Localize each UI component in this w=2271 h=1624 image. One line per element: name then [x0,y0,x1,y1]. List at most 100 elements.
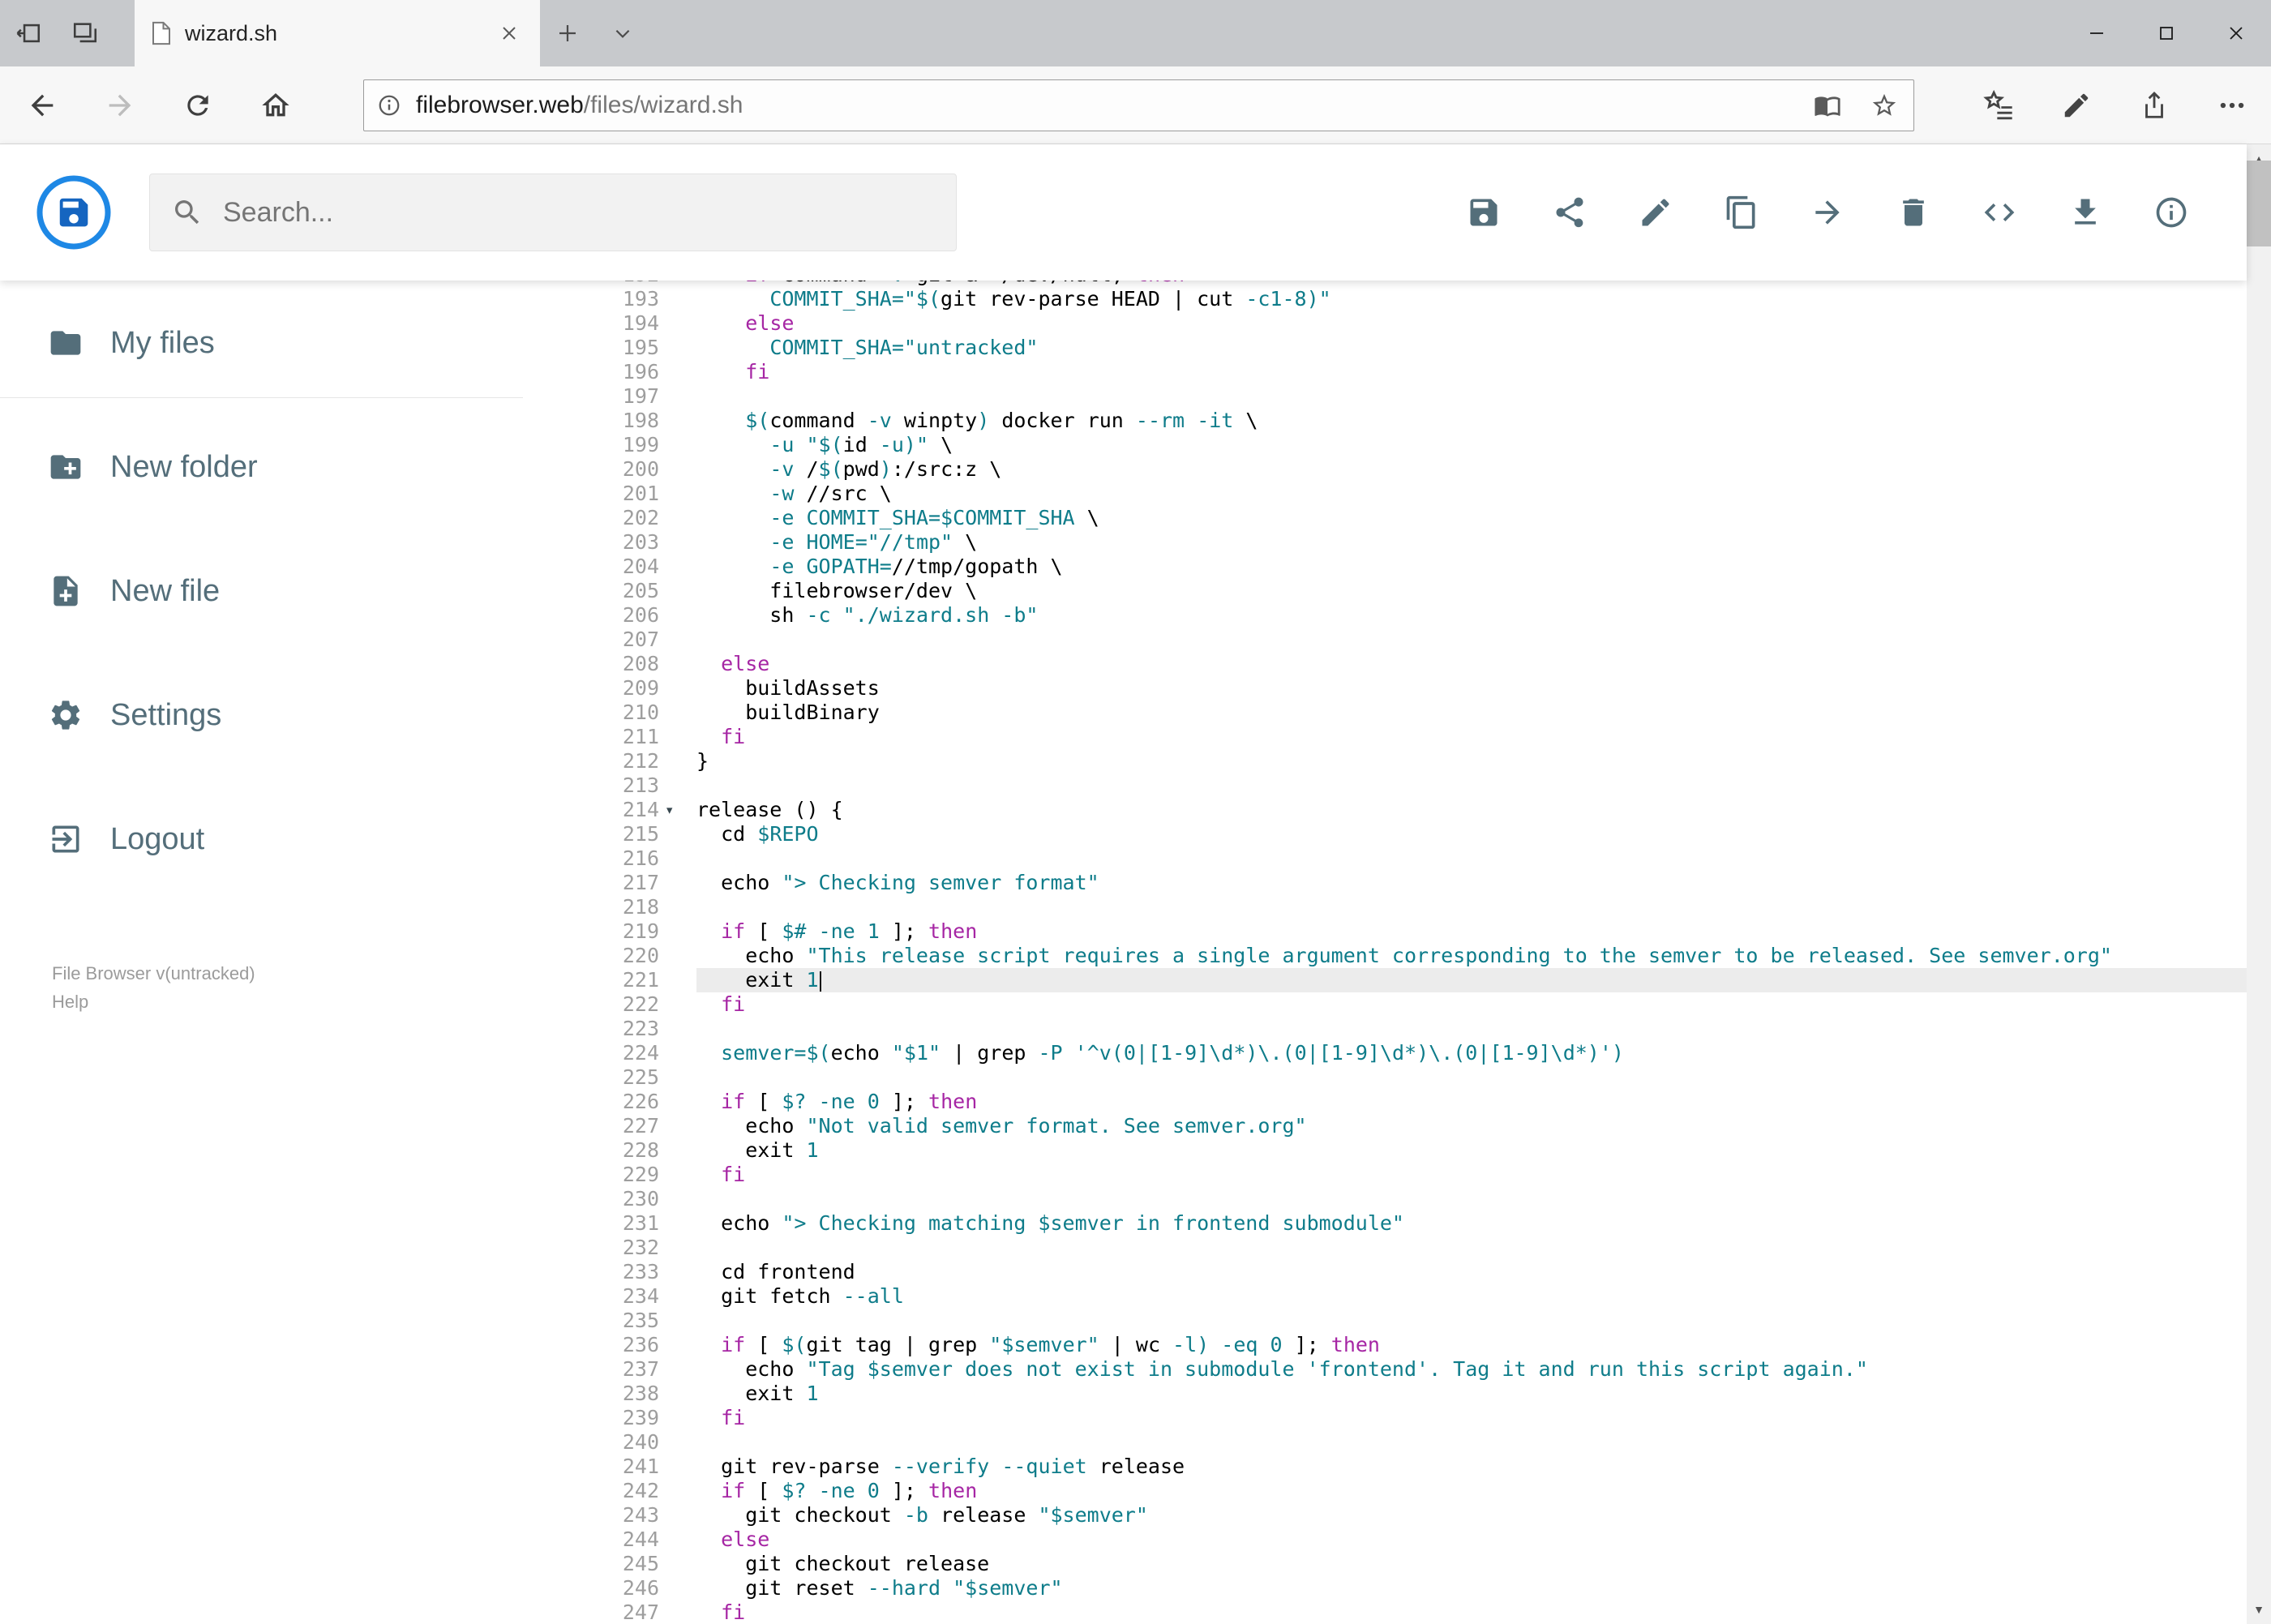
search-input[interactable] [223,196,956,229]
scroll-down-arrow[interactable]: ▼ [2247,1595,2271,1624]
page-scrollbar[interactable]: ▲ ▼ [2247,144,2271,1624]
refresh-button[interactable] [159,66,237,144]
share-button[interactable] [1527,169,1613,255]
code-line[interactable]: 221 exit 1 [523,968,2247,992]
code-line[interactable]: 194 else [523,311,2247,336]
code-line[interactable]: 212} [523,749,2247,773]
code-line[interactable]: 223 [523,1017,2247,1041]
sidebar-item-new-folder[interactable]: New folder [0,426,523,508]
filebrowser-logo-icon[interactable] [36,175,111,250]
code-line[interactable]: 243 git checkout -b release "$semver" [523,1503,2247,1528]
code-line[interactable]: 240 [523,1430,2247,1455]
delete-button[interactable] [1870,169,1956,255]
code-line[interactable]: 218 [523,895,2247,919]
forward-button[interactable] [81,66,159,144]
code-line[interactable]: 247 fi [523,1600,2247,1624]
info-button[interactable] [2128,169,2214,255]
tab-preview-button[interactable] [57,0,114,66]
code-line[interactable]: 200 -v /$(pwd):/src:z \ [523,457,2247,482]
sidebar-item-logout[interactable]: Logout [0,799,523,880]
code-line[interactable]: 246 git reset --hard "$semver" [523,1576,2247,1600]
hub-button[interactable] [1960,66,2037,144]
code-line[interactable]: 241 git rev-parse --verify --quiet relea… [523,1455,2247,1479]
code-line[interactable]: 202 -e COMMIT_SHA=$COMMIT_SHA \ [523,506,2247,530]
sidebar-item-my-files[interactable]: My files [0,302,523,384]
code-line[interactable]: 232 [523,1236,2247,1260]
code-line[interactable]: 224 semver=$(echo "$1" | grep -P '^v(0|[… [523,1041,2247,1065]
code-line[interactable]: 215 cd $REPO [523,822,2247,846]
new-tab-button[interactable] [540,0,595,66]
code-line[interactable]: 206 sh -c "./wizard.sh -b" [523,603,2247,628]
close-window-button[interactable] [2201,0,2271,66]
code-line[interactable]: 220 echo "This release script requires a… [523,944,2247,968]
code-line[interactable]: 196 fi [523,360,2247,384]
code-line[interactable]: 203 -e HOME="//tmp" \ [523,530,2247,555]
code-line[interactable]: 209 buildAssets [523,676,2247,701]
browser-tab[interactable]: wizard.sh [135,0,540,66]
code-line[interactable]: 195 COMMIT_SHA="untracked" [523,336,2247,360]
copy-button[interactable] [1699,169,1785,255]
code-line[interactable]: 207 [523,628,2247,652]
code-line[interactable]: 199 -u "$(id -u)" \ [523,433,2247,457]
code-line[interactable]: 230 [523,1187,2247,1211]
sidebar-item-new-file[interactable]: New file [0,551,523,632]
code-line[interactable]: 217 echo "> Checking semver format" [523,871,2247,895]
code-line[interactable]: 198 $(command -v winpty) docker run --rm… [523,409,2247,433]
code-line[interactable]: 229 fi [523,1163,2247,1187]
code-line[interactable]: 204 -e GOPATH=//tmp/gopath \ [523,555,2247,579]
minimize-button[interactable] [2062,0,2132,66]
site-info-icon[interactable] [377,93,401,118]
share-page-button[interactable] [2115,66,2193,144]
home-button[interactable] [237,66,315,144]
code-line[interactable]: 214 ▾ release () { [523,798,2247,822]
code-line[interactable]: 227 echo "Not valid semver format. See s… [523,1114,2247,1138]
code-line[interactable]: 192 if command -v git &> /dev/null; then [523,281,2247,287]
code-line[interactable]: 201 -w //src \ [523,482,2247,506]
code-line[interactable]: 237 echo "Tag $semver does not exist in … [523,1357,2247,1382]
code-line[interactable]: 222 fi [523,992,2247,1017]
maximize-button[interactable] [2132,0,2201,66]
rename-button[interactable] [1613,169,1699,255]
code-line[interactable]: 213 [523,773,2247,798]
code-line[interactable]: 205 filebrowser/dev \ [523,579,2247,603]
settings-more-button[interactable] [2193,66,2271,144]
code-line[interactable]: 245 git checkout release [523,1552,2247,1576]
favorite-star-button[interactable] [1863,84,1905,126]
address-bar[interactable]: filebrowser.web/files/wizard.sh [363,79,1914,131]
move-button[interactable] [1785,169,1870,255]
tab-close-button[interactable] [493,17,525,49]
code-line[interactable]: 236 if [ $(git tag | grep "$semver" | wc… [523,1333,2247,1357]
scrollbar-thumb[interactable] [2247,161,2271,246]
code-line[interactable]: 226 if [ $? -ne 0 ]; then [523,1090,2247,1114]
code-line[interactable]: 233 cd frontend [523,1260,2247,1284]
sidebar-item-settings[interactable]: Settings [0,675,523,756]
back-button[interactable] [3,66,81,144]
code-line[interactable]: 208 else [523,652,2247,676]
help-link[interactable]: Help [52,988,255,1016]
code-line[interactable]: 216 [523,846,2247,871]
code-line[interactable]: 231 echo "> Checking matching $semver in… [523,1211,2247,1236]
fold-arrow-icon[interactable]: ▾ [659,798,696,822]
set-aside-tabs-button[interactable] [0,0,57,66]
code-line[interactable]: 244 else [523,1528,2247,1552]
search-box[interactable] [149,174,957,251]
download-button[interactable] [2042,169,2128,255]
code-editor-button[interactable] [1956,169,2042,255]
web-note-button[interactable] [2037,66,2115,144]
code-line[interactable]: 219 if [ $# -ne 1 ]; then [523,919,2247,944]
code-line[interactable]: 197 [523,384,2247,409]
code-line[interactable]: 234 git fetch --all [523,1284,2247,1309]
code-line[interactable]: 210 buildBinary [523,701,2247,725]
code-line[interactable]: 228 exit 1 [523,1138,2247,1163]
code-line[interactable]: 225 [523,1065,2247,1090]
code-line[interactable]: 235 [523,1309,2247,1333]
code-line[interactable]: 238 exit 1 [523,1382,2247,1406]
code-line[interactable]: 193 COMMIT_SHA="$(git rev-parse HEAD | c… [523,287,2247,311]
code-editor[interactable]: 192 if command -v git &> /dev/null; then… [523,281,2247,1624]
reading-view-button[interactable] [1806,84,1849,126]
tab-list-chevron-button[interactable] [595,0,650,66]
code-line[interactable]: 242 if [ $? -ne 0 ]; then [523,1479,2247,1503]
code-line[interactable]: 211 fi [523,725,2247,749]
save-button[interactable] [1441,169,1527,255]
code-line[interactable]: 239 fi [523,1406,2247,1430]
